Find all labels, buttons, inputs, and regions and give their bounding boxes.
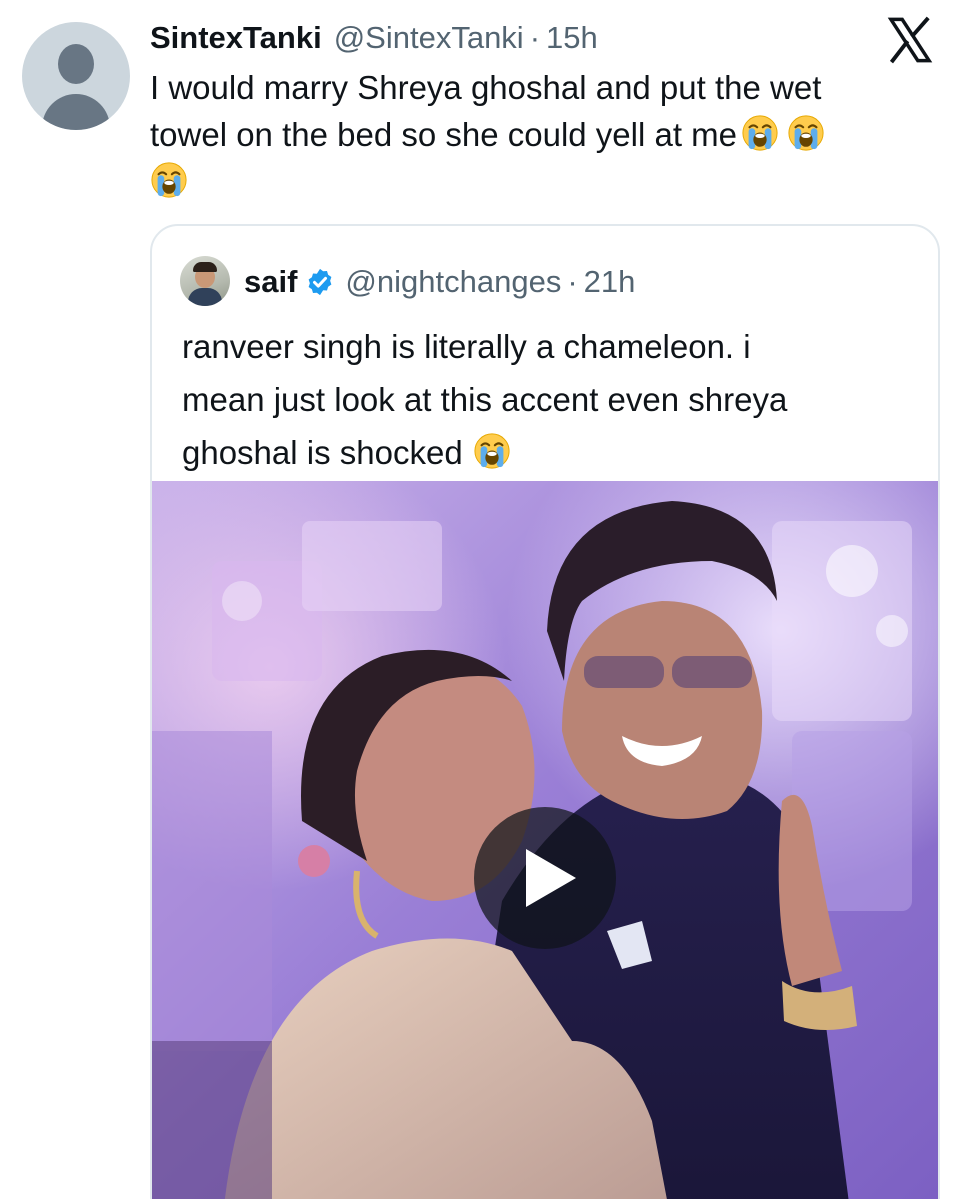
tweet-header: SintexTanki @SintexTanki · 15h: [150, 16, 598, 60]
play-button[interactable]: [474, 807, 616, 949]
quoted-text-line-2: mean just look at this accent even shrey…: [182, 381, 788, 418]
header-separator: ·: [529, 20, 541, 55]
tweet-body: I would marry Shreya ghoshal and put the…: [150, 64, 930, 205]
loudly-crying-face-icon: [787, 114, 825, 152]
quoted-author-display-name[interactable]: saif: [244, 264, 297, 300]
quoted-tweet-body: ranveer singh is literally a chameleon. …: [182, 320, 912, 479]
avatar-head-shape: [58, 44, 94, 84]
loudly-crying-face-icon: [473, 432, 511, 470]
play-icon: [526, 849, 576, 907]
quoted-tweet-header: saif @nightchanges · 21h: [244, 260, 635, 304]
quoted-author-handle[interactable]: @nightchanges: [345, 264, 561, 300]
quoted-header-separator: ·: [567, 264, 578, 299]
avatar-shoulders-shape: [42, 94, 110, 130]
quoted-text-line-3: ghoshal is shocked: [182, 434, 463, 471]
quoted-tweet-card[interactable]: saif @nightchanges · 21h ranveer singh i…: [150, 224, 940, 1199]
quoted-author-avatar[interactable]: [180, 256, 230, 306]
tweet-text-line-3: [150, 158, 930, 205]
default-profile-avatar[interactable]: [22, 22, 130, 130]
quoted-tweet-timestamp[interactable]: 21h: [584, 264, 636, 300]
tweet-text-line-1: I would marry Shreya ghoshal and put the…: [150, 64, 930, 111]
loudly-crying-face-icon: [741, 114, 779, 152]
avatar-hair-shape: [193, 262, 217, 272]
tweet-text-line-1-content: I would marry Shreya ghoshal and put the…: [150, 69, 822, 106]
quoted-text-line-1: ranveer singh is literally a chameleon. …: [182, 328, 751, 365]
verified-badge-icon: [309, 268, 332, 296]
tweet-text-line-2-content: towel on the bed so she could yell at me: [150, 116, 738, 153]
tweet-screenshot: SintexTanki @SintexTanki · 15h I would m…: [0, 0, 960, 1199]
author-handle[interactable]: @SintexTanki: [334, 20, 524, 56]
video-thumbnail[interactable]: [152, 481, 938, 1199]
loudly-crying-face-icon: [150, 161, 188, 199]
tweet-timestamp[interactable]: 15h: [546, 20, 598, 56]
tweet-text-line-2: towel on the bed so she could yell at me: [150, 111, 930, 158]
quoted-text-line-3-wrapper: ghoshal is shocked: [182, 426, 912, 479]
avatar-body-shape: [188, 288, 222, 306]
author-display-name[interactable]: SintexTanki: [150, 20, 322, 56]
x-logo-icon: [887, 16, 933, 64]
